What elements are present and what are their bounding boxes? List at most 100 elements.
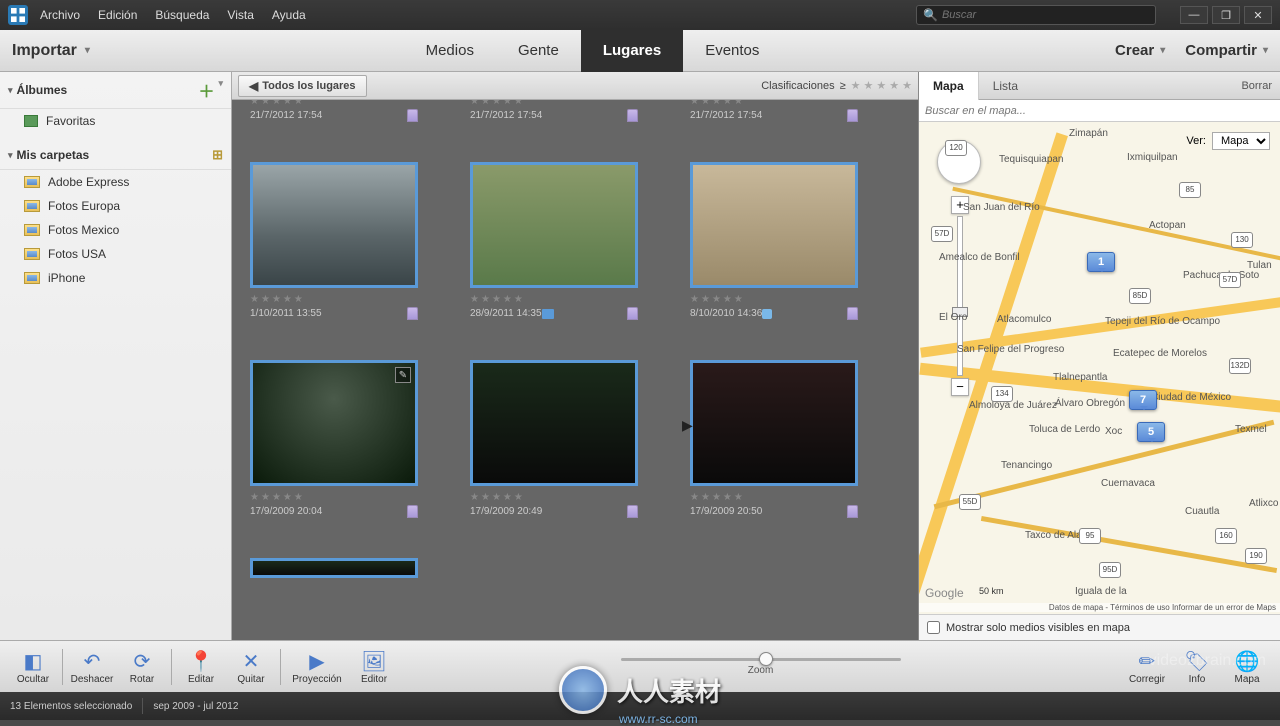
minimize-button[interactable]: — — [1180, 6, 1208, 24]
view-tabs: Medios Gente Lugares Eventos — [90, 30, 1095, 72]
checkbox[interactable] — [927, 621, 940, 634]
route-shield: 85 — [1179, 182, 1201, 198]
thumbnail[interactable] — [470, 162, 638, 288]
map-view-select[interactable]: Mapa — [1212, 132, 1270, 150]
route-shield: 95 — [1079, 528, 1101, 544]
menu-view[interactable]: Vista — [227, 8, 253, 22]
folder-item[interactable]: Fotos Mexico — [0, 218, 231, 242]
tool-fix[interactable]: ✏Corregir — [1122, 648, 1172, 685]
map-pin[interactable]: 7 — [1129, 390, 1157, 410]
thumbnail[interactable] — [690, 162, 858, 288]
maximize-button[interactable]: ❐ — [1212, 6, 1240, 24]
menu-file[interactable]: Archivo — [40, 8, 80, 22]
map-city-label: Ixmiquilpan — [1127, 152, 1178, 163]
thumbnail[interactable]: ✎ — [250, 360, 418, 486]
albums-header[interactable]: ▾Álbumes ＋▾ — [0, 72, 231, 109]
tool-editor[interactable]: 🖼Editor — [349, 648, 399, 685]
map-view-selector[interactable]: Ver:Mapa — [1186, 132, 1270, 150]
folder-icon — [24, 224, 40, 236]
map-city-label: Actopan — [1149, 220, 1186, 231]
tool-slideshow[interactable]: ▶Proyección — [285, 648, 349, 685]
breadcrumb-button[interactable]: ◀Todos los lugares — [238, 75, 367, 97]
map-attribution: Datos de mapa - Términos de uso Informar… — [919, 603, 1280, 612]
location-badge-icon — [627, 505, 638, 518]
grid-zoom-slider[interactable] — [621, 658, 901, 661]
thumbnail[interactable] — [250, 558, 418, 578]
sidebar-item-favorites[interactable]: Favoritas — [0, 109, 231, 133]
route-shield: 57D — [931, 226, 953, 242]
menu-help[interactable]: Ayuda — [272, 8, 306, 22]
folders-header[interactable]: ▾Mis carpetas ⊞ — [0, 141, 231, 170]
zoom-out-button[interactable]: − — [951, 378, 969, 396]
hide-icon: ◧ — [19, 648, 47, 674]
map-visible-only-checkbox[interactable]: Mostrar solo medios visibles en mapa — [919, 614, 1280, 640]
folder-tree-icon[interactable]: ⊞ — [212, 147, 223, 163]
app-logo[interactable] — [8, 5, 28, 25]
map-tab-map[interactable]: Mapa — [919, 72, 979, 100]
folder-item[interactable]: Adobe Express — [0, 170, 231, 194]
map-scale: 50 km — [979, 586, 1004, 596]
tool-rotate[interactable]: ⟳Rotar — [117, 648, 167, 685]
editor-icon: 🖼 — [360, 648, 388, 674]
map-city-label: Tepeji del Río de Ocampo — [1105, 316, 1220, 327]
edit-icon[interactable]: ✎ — [395, 367, 411, 383]
add-album-icon[interactable]: ＋ — [198, 78, 214, 102]
share-button[interactable]: Compartir▾ — [1185, 42, 1268, 59]
location-badge-icon — [627, 307, 638, 320]
tool-map[interactable]: 🌐Mapa — [1222, 648, 1272, 685]
tool-edit-location[interactable]: 📍Editar — [176, 648, 226, 685]
map-canvas[interactable]: Ver:Mapa + − 50 km Google Datos de mapa … — [919, 122, 1280, 614]
thumbnail[interactable] — [690, 360, 858, 486]
map-clear-button[interactable]: Borrar — [1241, 80, 1272, 92]
folder-item[interactable]: Fotos Europa — [0, 194, 231, 218]
thumbnail[interactable] — [250, 162, 418, 288]
map-city-label: Tequisquiapan — [999, 154, 1064, 165]
location-badge-icon — [847, 505, 858, 518]
classifications-filter[interactable]: Clasificaciones ≥ ★★★★★ — [761, 79, 912, 92]
global-search[interactable]: 🔍 — [916, 5, 1156, 25]
search-input[interactable] — [942, 9, 1149, 21]
thumb-date: 17/9/2009 20:50 — [690, 506, 762, 517]
location-badge-icon — [407, 109, 418, 122]
route-shield: 134 — [991, 386, 1013, 402]
tool-hide[interactable]: ◧Ocultar — [8, 648, 58, 685]
map-city-label: Xoc — [1105, 426, 1122, 437]
tool-info[interactable]: 🏷Info — [1172, 648, 1222, 685]
map-search-input[interactable] — [919, 100, 1280, 121]
folder-item[interactable]: iPhone — [0, 266, 231, 290]
remove-icon: ✕ — [237, 648, 265, 674]
folder-item[interactable]: Fotos USA — [0, 242, 231, 266]
tab-media[interactable]: Medios — [404, 30, 496, 72]
rotate-icon: ⟳ — [128, 648, 156, 674]
folder-icon — [24, 272, 40, 284]
globe-icon: 🌐 — [1233, 648, 1261, 674]
expand-stack-icon[interactable]: ▶ — [682, 415, 692, 435]
pin-icon: 📍 — [187, 648, 215, 674]
fix-icon: ✏ — [1133, 648, 1161, 674]
route-shield: 120 — [945, 140, 967, 156]
map-city-label: San Felipe del Progreso — [957, 344, 1064, 355]
close-button[interactable]: ✕ — [1244, 6, 1272, 24]
thumbnail[interactable] — [470, 360, 638, 486]
menu-search[interactable]: Búsqueda — [155, 8, 209, 22]
map-city-label: Texmel — [1235, 424, 1267, 435]
album-menu-icon[interactable]: ▾ — [218, 78, 223, 102]
map-tab-list[interactable]: Lista — [979, 72, 1032, 100]
tab-places[interactable]: Lugares — [581, 30, 683, 72]
tab-events[interactable]: Eventos — [683, 30, 781, 72]
map-city-label: Atlixco — [1249, 498, 1278, 509]
map-pin[interactable]: 1 — [1087, 252, 1115, 272]
sidebar: ▾Álbumes ＋▾ Favoritas ▾Mis carpetas ⊞ Ad… — [0, 72, 232, 640]
tool-remove[interactable]: ✕Quitar — [226, 648, 276, 685]
create-button[interactable]: Crear▾ — [1115, 42, 1165, 59]
thumb-date: 21/7/2012 17:54 — [250, 110, 322, 121]
import-button[interactable]: Importar▾ — [12, 42, 90, 60]
date-range: sep 2009 - jul 2012 — [153, 701, 238, 712]
location-badge-icon — [407, 307, 418, 320]
tab-people[interactable]: Gente — [496, 30, 581, 72]
thumb-date: 17/9/2009 20:04 — [250, 506, 322, 517]
tool-undo[interactable]: ↶Deshacer — [67, 648, 117, 685]
zoom-knob[interactable] — [759, 652, 773, 666]
menu-edit[interactable]: Edición — [98, 8, 137, 22]
map-pin[interactable]: 5 — [1137, 422, 1165, 442]
